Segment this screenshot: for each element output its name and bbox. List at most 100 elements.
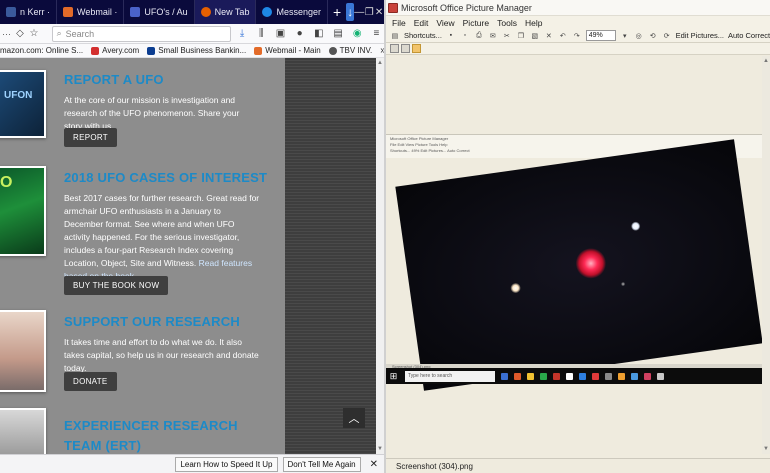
dont-tell-me-again-button[interactable]: Don't Tell Me Again: [282, 456, 361, 472]
save-icon[interactable]: ▪: [446, 31, 456, 41]
tab-ufos[interactable]: UFO's / Au: [124, 0, 195, 24]
mail-icon[interactable]: ✉: [488, 31, 498, 41]
menu-help[interactable]: Help: [525, 18, 542, 28]
buy-book-button[interactable]: BUY THE BOOK NOW: [64, 276, 169, 295]
search-input[interactable]: ⌕ Search: [51, 25, 231, 42]
report-button[interactable]: REPORT: [64, 128, 117, 147]
scroll-up-arrow-icon[interactable]: ▲: [376, 60, 384, 66]
tab-new-tab[interactable]: New Tab: [194, 0, 257, 24]
faint-light: [620, 281, 626, 287]
edit-pictures-button[interactable]: Edit Pictures...: [676, 31, 724, 40]
minimize-button[interactable]: —: [354, 0, 364, 24]
bookmark-label: mazon.com: Online S...: [0, 46, 84, 55]
donate-button[interactable]: DONATE: [64, 372, 117, 391]
redo-icon[interactable]: ↷: [572, 31, 582, 41]
rotate-left-icon[interactable]: ⟲: [648, 31, 658, 41]
webmail-favicon: [63, 7, 74, 17]
menu-view[interactable]: View: [436, 18, 454, 28]
status-bar: Screenshot (304).png: [386, 458, 770, 473]
tab-webmail[interactable]: Webmail ·: [57, 0, 125, 24]
cut-icon[interactable]: ✂: [502, 31, 512, 41]
sidebar-icon[interactable]: ▣: [273, 26, 288, 42]
observatory-thumbnail: [0, 310, 46, 392]
undo-icon[interactable]: ↶: [558, 31, 568, 41]
taskbar-app-icon: [644, 372, 651, 380]
menu-file[interactable]: File: [392, 18, 406, 28]
taskbar-app-icon: [657, 372, 664, 380]
rotate-right-icon[interactable]: ⟳: [662, 31, 672, 41]
print-icon[interactable]: ⎙: [474, 31, 484, 41]
pocket-icon[interactable]: ◇: [15, 26, 25, 42]
page-scrollbar[interactable]: ▲ ▼: [376, 58, 384, 454]
library-icon[interactable]: ⫼: [254, 26, 269, 42]
section-title: REPORT A UFO: [64, 72, 164, 87]
picture-scrollbar[interactable]: ▲ ▼: [762, 56, 770, 454]
paste-icon[interactable]: ▧: [530, 31, 540, 41]
scroll-down-arrow-icon[interactable]: ▼: [762, 446, 770, 452]
zoom-select[interactable]: 49%: [585, 30, 616, 41]
fit-icon[interactable]: ◎: [634, 31, 644, 41]
bookmark-label: Webmail - Main: [265, 46, 321, 55]
shortcuts-button[interactable]: Shortcuts...: [404, 31, 442, 40]
avery-favicon: [91, 46, 100, 55]
copy-icon[interactable]: ❐: [516, 31, 526, 41]
new-tab-button[interactable]: +: [328, 0, 346, 24]
embedded-taskbar-search: Type here to search: [405, 370, 495, 382]
menu-tools[interactable]: Tools: [497, 18, 517, 28]
taskbar-app-icon: [514, 372, 521, 380]
close-button[interactable]: ✕: [374, 0, 384, 24]
menu-icon[interactable]: ≡: [369, 26, 384, 42]
firefox-icon: [200, 7, 211, 17]
bookmark-webmail[interactable]: Webmail - Main: [254, 46, 321, 55]
section-title: 2018 UFO CASES OF INTEREST: [64, 170, 268, 185]
taskbar-app-icon: [618, 372, 625, 380]
thumb-text: O: [0, 174, 13, 191]
extension-icon[interactable]: ●: [292, 26, 307, 42]
save-all-icon[interactable]: ▫: [460, 31, 470, 41]
filmstrip-view-icon[interactable]: [401, 44, 410, 53]
embedded-taskbar: ⊞ Type here to search: [386, 368, 762, 384]
taskbar-app-icon: [527, 372, 534, 380]
notification-bar: Learn How to Speed It Up Don't Tell Me A…: [0, 454, 384, 473]
bookmark-amazon[interactable]: mazon.com: Online S...: [0, 46, 83, 55]
windows-start-icon: ⊞: [389, 370, 398, 381]
auto-correct-button[interactable]: Auto Correct: [728, 31, 770, 40]
delete-icon[interactable]: ✕: [544, 31, 554, 41]
single-view-icon[interactable]: [412, 44, 421, 53]
bookmark-tbv[interactable]: TBV INV.: [328, 46, 372, 55]
container-icon[interactable]: ▤: [330, 26, 345, 42]
learn-speed-button[interactable]: Learn How to Speed It Up: [175, 456, 278, 472]
decorative-stripe: [285, 58, 376, 454]
url-bar[interactable]: ··· ◇ ☆: [2, 26, 48, 42]
tab-label: n Kerr ·: [20, 7, 51, 17]
book-cover-thumbnail: O: [0, 166, 46, 256]
thumbnail-view-icon[interactable]: [390, 44, 399, 53]
restore-button[interactable]: ❐: [364, 0, 374, 24]
picture-manager-window: Microsoft Office Picture Manager File Ed…: [386, 0, 770, 473]
taskbar-app-icon: [592, 372, 599, 380]
tab-favicon: [6, 7, 16, 17]
bookmark-star-icon[interactable]: ☆: [29, 26, 39, 42]
grammarly-icon[interactable]: ◉: [350, 26, 365, 42]
zoom-dropdown-icon[interactable]: ▾: [620, 31, 630, 41]
tab-label: Messenger: [276, 7, 321, 17]
scroll-up-arrow-icon[interactable]: ▲: [762, 58, 770, 64]
section-ert: EXPERIENCER RESEARCH TEAM (ERT): [0, 408, 285, 454]
bookmark-small-business[interactable]: Small Business Bankin...: [147, 46, 246, 55]
ert-thumbnail: [0, 408, 46, 454]
menu-edit[interactable]: Edit: [414, 18, 429, 28]
notification-close-icon[interactable]: ✕: [370, 459, 378, 470]
scroll-to-top-button[interactable]: ︿: [343, 408, 365, 428]
download-arrow-icon[interactable]: ↓: [346, 3, 355, 21]
shortcuts-icon[interactable]: ▤: [390, 31, 400, 41]
tab-messenger[interactable]: Messenger: [256, 0, 328, 24]
scroll-down-arrow-icon[interactable]: ▼: [376, 446, 384, 452]
search-icon: ⌕: [56, 28, 62, 38]
screenshot-icon[interactable]: ◧: [311, 26, 326, 42]
globe-icon: [328, 46, 337, 55]
bright-red-light: [573, 246, 608, 281]
downloads-icon[interactable]: ⤓: [235, 26, 250, 42]
bookmark-avery[interactable]: Avery.com: [91, 46, 139, 55]
tab-1[interactable]: n Kerr ·: [0, 0, 58, 24]
menu-picture[interactable]: Picture: [463, 18, 489, 28]
